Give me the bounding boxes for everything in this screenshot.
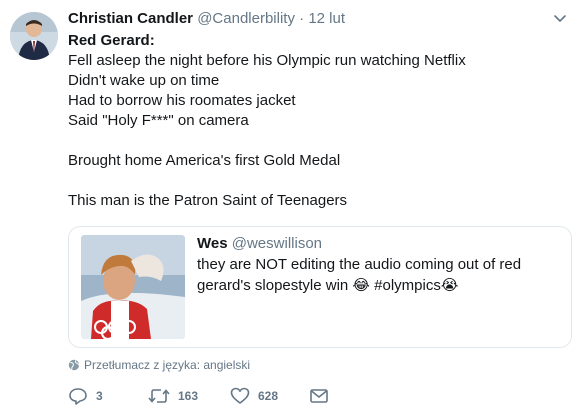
reply-icon — [69, 388, 87, 405]
author-name[interactable]: Christian Candler — [68, 10, 193, 27]
tweet-line: Red Gerard: — [68, 32, 155, 49]
quoted-tweet-image[interactable] — [81, 235, 185, 339]
like-count: 628 — [258, 389, 279, 403]
tweet: Christian Candler @Candlerbility · 12 lu… — [0, 0, 584, 414]
translate-link[interactable]: Przetłumacz z języka: angielski — [68, 358, 250, 372]
author-handle[interactable]: @Candlerbility — [197, 10, 295, 27]
tweet-line: Fell asleep the night before his Olympic… — [68, 52, 466, 69]
like-action[interactable]: 628 — [230, 387, 278, 405]
quoted-tweet-content: Wes @weswillison they are NOT editing th… — [197, 233, 565, 296]
chevron-down-icon[interactable] — [552, 10, 568, 26]
tweet-line: Didn't wake up on time — [68, 72, 220, 89]
separator-dot: · — [299, 10, 305, 27]
direct-message-action[interactable] — [309, 387, 337, 405]
tweet-header: Christian Candler @Candlerbility · 12 lu… — [68, 10, 345, 27]
reply-action[interactable]: 3 — [68, 387, 103, 405]
translate-label[interactable]: Przetłumacz z języka: angielski — [84, 358, 250, 372]
retweet-icon — [148, 389, 170, 403]
quoted-tweet-text: they are NOT editing the audio coming ou… — [197, 256, 522, 294]
tweet-line: Had to borrow his roomates jacket — [68, 92, 296, 109]
avatar[interactable] — [10, 12, 58, 60]
tweet-line: Brought home America's first Gold Medal — [68, 152, 341, 169]
quoted-author-handle[interactable]: @weswillison — [232, 235, 322, 252]
retweet-action[interactable]: 163 — [148, 387, 198, 405]
heart-icon — [230, 387, 250, 404]
envelope-icon — [310, 389, 328, 403]
retweet-count: 163 — [178, 389, 199, 403]
tweet-line: Said "Holy F***" on camera — [68, 112, 249, 129]
quoted-author-name[interactable]: Wes — [197, 235, 228, 252]
globe-icon — [68, 359, 80, 371]
quoted-tweet[interactable]: Wes @weswillison they are NOT editing th… — [68, 226, 572, 348]
tweet-line: This man is the Patron Saint of Teenager… — [68, 192, 348, 209]
reply-count: 3 — [96, 389, 103, 403]
tweet-actions: 3 163 628 — [68, 387, 368, 407]
timestamp[interactable]: 12 lut — [308, 10, 345, 27]
tweet-text: Red Gerard: Fell asleep the night before… — [68, 31, 568, 211]
